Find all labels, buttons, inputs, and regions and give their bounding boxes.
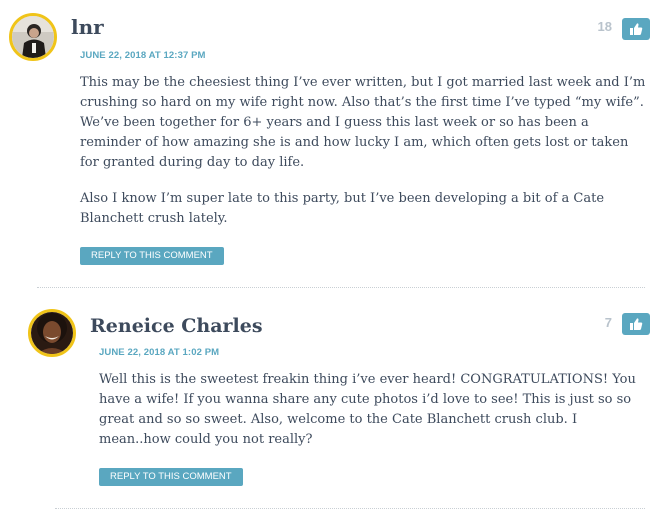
comment-author[interactable]: Reneice Charles [90, 315, 263, 337]
comment-divider [37, 287, 645, 288]
reply-button[interactable]: REPLY TO THIS COMMENT [80, 247, 224, 265]
thumbs-up-icon [630, 23, 643, 35]
comment-paragraph: Also I know I’m super late to this party… [80, 191, 605, 226]
avatar-image [31, 312, 73, 354]
comment-body: This may be the cheesiest thing I’ve eve… [80, 73, 648, 245]
thumbs-up-icon [630, 318, 643, 330]
avatar-image [12, 16, 54, 58]
avatar[interactable] [9, 13, 57, 61]
vote-count: 7 [604, 315, 612, 330]
comment-paragraph: This may be the cheesiest thing I’ve eve… [80, 75, 646, 170]
comment-author[interactable]: lnr [71, 15, 104, 39]
comment-date[interactable]: JUNE 22, 2018 AT 12:37 PM [80, 50, 206, 61]
upvote-button[interactable] [622, 313, 650, 335]
comment-body: Well this is the sweetest freakin thing … [99, 370, 651, 466]
upvote-button[interactable] [622, 18, 650, 40]
vote-count: 18 [597, 19, 612, 34]
reply-button[interactable]: REPLY TO THIS COMMENT [99, 468, 243, 486]
comment-date[interactable]: JUNE 22, 2018 AT 1:02 PM [99, 347, 219, 358]
comment-divider [55, 508, 645, 509]
comment-paragraph: Well this is the sweetest freakin thing … [99, 372, 636, 447]
avatar[interactable] [28, 309, 76, 357]
